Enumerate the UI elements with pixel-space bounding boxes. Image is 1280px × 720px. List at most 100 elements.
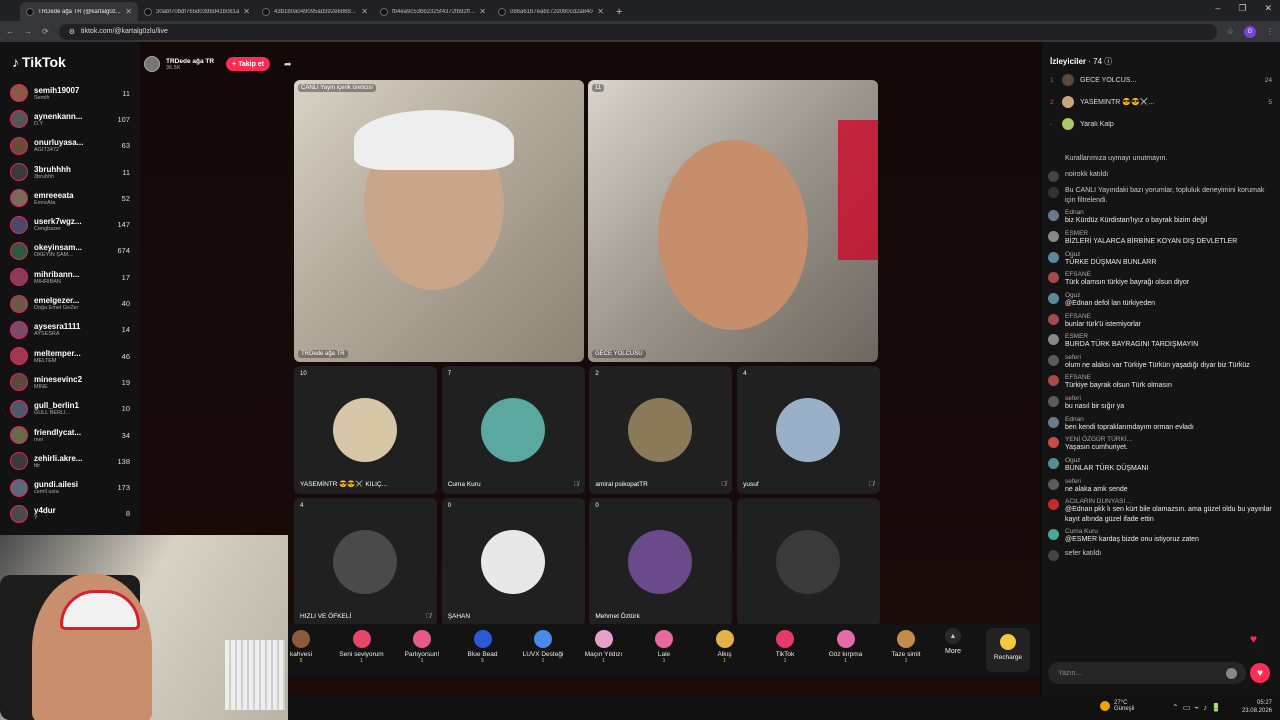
chat-avatar[interactable] [1048, 272, 1059, 284]
chat-username[interactable]: seferi [1065, 478, 1274, 485]
following-item[interactable]: semih19007 Semih 11 [10, 80, 130, 106]
chat-avatar[interactable] [1048, 292, 1059, 304]
host-name[interactable]: TRDede ağa TR [166, 58, 214, 65]
chat-avatar[interactable] [1048, 155, 1059, 166]
gift-item[interactable]: Lale 1 [633, 630, 695, 664]
browser-menu-icon[interactable]: ⋮ [1266, 27, 1274, 36]
close-icon[interactable]: ✕ [1264, 3, 1272, 14]
host-video-tile[interactable]: CANLI Yayın içerik üreticisi TRDede ağa … [294, 80, 584, 362]
follow-button[interactable]: + Takip et [226, 57, 271, 71]
url-field[interactable]: ⚙ tiktok.com/@kartalg0zlu/live [58, 23, 1217, 40]
taskbar-clock[interactable]: 05:27 23.08.2026 [1242, 699, 1272, 716]
chat-avatar[interactable] [1048, 313, 1059, 325]
following-item[interactable]: emreeeata EmreAta 52 [10, 185, 130, 211]
browser-tab[interactable]: 43b1b0a049095ad392e6869... ✕ [256, 2, 374, 21]
following-item[interactable]: gull_berlin1 GÜLL BERLİ... 10 [10, 396, 130, 422]
recharge-button[interactable]: Recharge [986, 628, 1030, 672]
chat-avatar[interactable] [1048, 231, 1059, 243]
gift-item[interactable]: Göz kırpma 1 [815, 630, 877, 664]
following-item[interactable]: 3bruhhhh 3bruhhh 11 [10, 159, 130, 185]
tab-close-icon[interactable]: ✕ [479, 7, 486, 16]
chat-avatar[interactable] [1048, 210, 1059, 222]
following-item[interactable]: meltemper... MELTEM 46 [10, 343, 130, 369]
chat-username[interactable]: EFSANE [1065, 313, 1274, 320]
chat-username[interactable]: Oguz [1065, 292, 1274, 299]
bookmark-star-icon[interactable]: ☆ [1227, 27, 1234, 36]
guest-video-tile[interactable]: 11 GECE YOLCUSU [588, 80, 878, 362]
chat-avatar[interactable] [1048, 354, 1059, 366]
system-tray[interactable]: ⌃▭⌁♪🔋 [1172, 703, 1225, 712]
guest-tile[interactable]: 0 Mehmet Öztürk [589, 498, 733, 626]
gift-item[interactable]: TikTok 1 [754, 630, 816, 664]
chat-username[interactable]: EFSANE [1065, 271, 1274, 278]
guest-tile[interactable]: 7 Cuma Kuru 🎙̸ [441, 366, 585, 494]
gift-item[interactable]: LUVX Desteği 1 [512, 630, 574, 664]
profile-avatar[interactable]: G [1244, 25, 1256, 38]
guest-tile[interactable]: 10 YASEMİNTR 😎😎⚔️ KILIÇ... [294, 366, 437, 494]
browser-tab[interactable]: 30abf70bdf765d0398d41b081a... ✕ [138, 2, 256, 21]
host-avatar[interactable] [144, 56, 160, 72]
forward-icon[interactable]: → [24, 27, 32, 36]
chat-avatar[interactable] [1048, 457, 1059, 469]
following-item[interactable]: y4dur Y 8 [10, 501, 130, 527]
chat-username[interactable]: seferi [1065, 354, 1274, 361]
following-item[interactable]: friendlycat... mei 34 [10, 422, 130, 448]
following-item[interactable]: userk7wgz... Cengbazer 147 [10, 211, 130, 237]
following-item[interactable]: aysesra1111 AYSESRA 14 [10, 317, 130, 343]
guest-tile[interactable]: 4 HIZLI VE ÖFKELİ 🎙̸ [294, 498, 437, 626]
chat-avatar[interactable] [1048, 549, 1059, 561]
following-item[interactable]: emelgezer... Doğa Emel GeZer 40 [10, 290, 130, 316]
tab-close-icon[interactable]: ✕ [361, 7, 368, 16]
chat-username[interactable]: Cuma Kuru [1065, 528, 1274, 535]
following-item[interactable]: gundi.ailesi cemil usta 173 [10, 474, 130, 500]
chat-username[interactable]: Oguz [1065, 251, 1274, 258]
tab-close-icon[interactable]: ✕ [243, 7, 250, 16]
share-icon[interactable]: ➦ [284, 59, 292, 70]
chat-avatar[interactable] [1048, 251, 1059, 263]
weather-widget[interactable]: 27°C Güneşli [1100, 700, 1134, 712]
gift-item[interactable]: Seni seviyorum 1 [331, 630, 393, 664]
chat-avatar[interactable] [1048, 396, 1059, 408]
chat-username[interactable]: ACILARIN DUNYASI ... [1065, 498, 1274, 505]
guest-tile[interactable]: 4 yusuf 🎙̸ [737, 366, 881, 494]
maximize-icon[interactable]: ❐ [1238, 3, 1246, 14]
tiktok-logo[interactable]: ♪ TikTok [12, 54, 66, 70]
browser-tab[interactable]: 086a61b7eabc72d080cd2a840... ✕ [492, 2, 610, 21]
gift-item[interactable]: Parlıyorsun! 1 [391, 630, 453, 664]
minimize-icon[interactable]: – [1215, 3, 1220, 14]
chat-avatar[interactable] [1048, 187, 1059, 199]
chat-username[interactable]: Oguz [1065, 457, 1274, 464]
chat-input[interactable]: Yazın... [1048, 662, 1246, 684]
gift-item[interactable]: Taze simit 1 [875, 630, 937, 664]
following-item[interactable]: minesevinc2 MİNE 19 [10, 369, 130, 395]
chat-avatar[interactable] [1048, 375, 1059, 387]
top-viewer-row[interactable]: 2 YASEMİNTR 😎😎⚔️... 5 [1050, 94, 1272, 110]
browser-tab[interactable]: fb4ea9c53bb2325f4372fb92ff... ✕ [374, 2, 492, 21]
more-gifts-button[interactable]: ▲ More [936, 628, 970, 655]
following-item[interactable]: okeyinsam... OKEYİN ŞAM... 674 [10, 238, 130, 264]
chat-username[interactable]: ESMER [1065, 230, 1274, 237]
chat-avatar[interactable] [1048, 499, 1059, 511]
site-info-icon[interactable]: ⚙ [69, 28, 75, 36]
chat-avatar[interactable] [1048, 529, 1059, 541]
gift-item[interactable]: Maçın Yıldızı 1 [573, 630, 635, 664]
following-item[interactable]: onurluyasa... AĞIT3472 63 [10, 133, 130, 159]
tab-close-icon[interactable]: ✕ [597, 7, 604, 16]
chat-avatar[interactable] [1048, 437, 1059, 449]
chat-avatar[interactable] [1048, 171, 1059, 183]
guest-tile[interactable] [737, 498, 881, 626]
new-tab-button[interactable]: + [610, 6, 628, 21]
following-item[interactable]: zehirli.akre... ttir 138 [10, 448, 130, 474]
viewers-header[interactable]: İzleyiciler · 74 ⓘ [1050, 56, 1112, 67]
tab-close-icon[interactable]: ✕ [125, 7, 132, 16]
reload-icon[interactable]: ⟳ [42, 27, 49, 36]
emoji-icon[interactable] [1226, 668, 1237, 679]
gift-item[interactable]: Alkış 1 [694, 630, 756, 664]
gift-item[interactable]: Blue Bead 5 [452, 630, 514, 664]
top-viewer-row[interactable]: - Yaralı Kalp [1050, 116, 1272, 132]
chat-username[interactable]: EFSANE [1065, 374, 1274, 381]
following-item[interactable]: mihribann... MİHRİBAN 17 [10, 264, 130, 290]
chat-avatar[interactable] [1048, 416, 1059, 428]
chat-username[interactable]: ESMER [1065, 333, 1274, 340]
chat-username[interactable]: YENİ ÖZGÜR TÜRKİ... [1065, 436, 1274, 443]
